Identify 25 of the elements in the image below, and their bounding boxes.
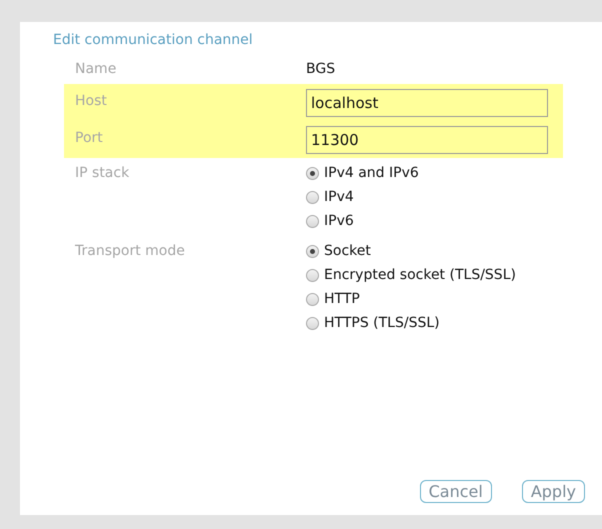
field-label: Transport mode	[75, 242, 186, 261]
dialog-button[interactable]: Apply	[522, 480, 585, 503]
field-label: IP stack	[75, 164, 130, 183]
dialog-button[interactable]: Cancel	[420, 480, 492, 503]
radio-button[interactable]	[306, 244, 319, 258]
radio-button[interactable]	[306, 166, 319, 180]
radio-option[interactable]: IPv6	[306, 209, 419, 233]
radio-button[interactable]	[306, 214, 319, 228]
radio-option[interactable]: HTTP	[306, 287, 516, 311]
field-label: Host	[75, 92, 108, 111]
dialog-title: Edit communication channel	[53, 32, 254, 48]
input-field[interactable]: 11300	[306, 126, 548, 154]
input-field[interactable]: localhost	[306, 89, 548, 117]
radio-button[interactable]	[306, 316, 319, 330]
radio-button[interactable]	[306, 292, 319, 306]
radio-button[interactable]	[306, 268, 319, 282]
radio-option[interactable]: Socket	[306, 239, 516, 263]
radio-option[interactable]: Encrypted socket (TLS/SSL)	[306, 263, 516, 287]
radio-option[interactable]: HTTPS (TLS/SSL)	[306, 311, 516, 335]
radio-option[interactable]: IPv4 and IPv6	[306, 161, 419, 185]
field-label: Name	[75, 60, 118, 79]
name-value: BGS	[306, 60, 336, 79]
radio-button[interactable]	[306, 190, 319, 204]
radio-option[interactable]: IPv4	[306, 185, 419, 209]
field-label: Port	[75, 129, 104, 148]
